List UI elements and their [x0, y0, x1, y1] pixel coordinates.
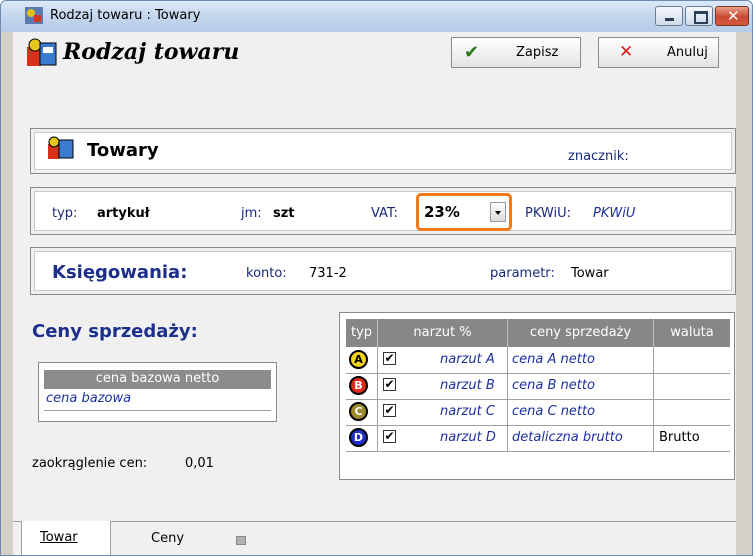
pkwiu-value[interactable]: PKWiU	[593, 206, 635, 221]
parameter-value[interactable]: Towar	[571, 266, 609, 281]
markup-cell[interactable]: narzut C	[440, 404, 495, 419]
unit-label: jm:	[241, 206, 262, 221]
vat-label: VAT:	[371, 206, 398, 221]
tab-more-icon[interactable]	[236, 536, 246, 545]
pkwiu-label: PKWiU:	[525, 206, 571, 221]
close-button[interactable]: ✕	[715, 6, 749, 26]
grid-header-price[interactable]: ceny sprzedaży	[508, 319, 654, 347]
booking-title: Księgowania:	[52, 262, 188, 283]
title-bar[interactable]: Rodzaj towaru : Towary ✕	[1, 1, 752, 32]
badge-d-icon: D	[349, 428, 368, 447]
minimize-icon	[665, 18, 674, 21]
rounding-label: zaokrąglenie cen:	[32, 456, 148, 471]
type-value[interactable]: artykuł	[97, 206, 150, 221]
unit-value[interactable]: szt	[273, 206, 295, 221]
grid-header-type[interactable]: typ	[346, 319, 378, 347]
base-price-box: cena bazowa netto cena bazowa	[38, 362, 277, 422]
markup-cell[interactable]: narzut B	[440, 378, 495, 393]
markup-cell[interactable]: narzut D	[440, 430, 496, 445]
save-label: Zapisz	[516, 45, 559, 60]
app-icon	[25, 7, 43, 24]
table-row[interactable]: B ✔ narzut B cena B netto	[346, 373, 730, 400]
window-title: Rodzaj towaru : Towary	[50, 8, 201, 23]
row-checkbox[interactable]: ✔	[383, 378, 396, 391]
table-row[interactable]: A ✔ narzut A cena A netto	[346, 347, 730, 374]
tag-label: znacznik:	[568, 149, 629, 164]
product-type-icon	[27, 38, 57, 66]
cancel-label: Anuluj	[667, 45, 708, 60]
vat-select[interactable]: 23%	[416, 193, 512, 231]
markup-cell[interactable]: narzut A	[440, 352, 495, 367]
tab-towar-label: Towar	[40, 530, 78, 545]
table-row[interactable]: D ✔ narzut D detaliczna brutto Brutto	[346, 425, 730, 452]
table-row[interactable]: C ✔ narzut C cena C netto	[346, 399, 730, 426]
tab-bar: Towar Ceny	[13, 521, 736, 555]
tab-towar[interactable]: Towar	[21, 521, 111, 555]
account-label: konto:	[246, 266, 287, 281]
price-grid: typ narzut % ceny sprzedaży waluta A ✔ n…	[339, 312, 735, 480]
window: Rodzaj towaru : Towary ✕ Rodzaj towaru ✔…	[0, 0, 753, 556]
maximize-button[interactable]	[685, 6, 713, 26]
price-cell[interactable]: detaliczna brutto	[512, 430, 623, 445]
tab-ceny[interactable]: Ceny	[123, 522, 203, 555]
grid-header-markup[interactable]: narzut %	[378, 319, 508, 347]
badge-a-icon: A	[349, 350, 368, 369]
price-cell[interactable]: cena C netto	[512, 404, 595, 419]
page-title: Rodzaj towaru	[63, 39, 240, 65]
row-checkbox[interactable]: ✔	[383, 352, 396, 365]
type-label: typ:	[52, 206, 78, 221]
save-button[interactable]: ✔ Zapisz	[451, 37, 581, 68]
grid-header-currency[interactable]: waluta	[654, 319, 730, 347]
badge-b-icon: B	[349, 376, 368, 395]
maximize-icon	[694, 11, 708, 24]
tab-ceny-label: Ceny	[151, 531, 185, 546]
close-icon: ✕	[727, 7, 740, 25]
dropdown-arrow-icon[interactable]	[490, 202, 506, 222]
product-type-name[interactable]: Towary	[87, 140, 159, 161]
product-icon	[48, 136, 74, 159]
cancel-icon: ✕	[619, 42, 634, 62]
rounding-value[interactable]: 0,01	[185, 456, 214, 471]
vat-value: 23%	[424, 203, 460, 221]
parameter-label: parametr:	[490, 266, 555, 281]
base-price-value[interactable]: cena bazowa	[46, 391, 131, 406]
row-checkbox[interactable]: ✔	[383, 404, 396, 417]
badge-c-icon: C	[349, 402, 368, 421]
tag-field[interactable]	[653, 149, 723, 165]
base-price-header-label: cena bazowa netto	[95, 371, 220, 386]
row-checkbox[interactable]: ✔	[383, 430, 396, 443]
cancel-button[interactable]: ✕ Anuluj	[598, 37, 719, 68]
prices-title: Ceny sprzedaży:	[32, 321, 198, 342]
minimize-button[interactable]	[655, 6, 683, 26]
price-cell[interactable]: cena B netto	[512, 378, 595, 393]
currency-cell[interactable]: Brutto	[659, 430, 700, 445]
check-icon: ✔	[464, 42, 480, 63]
price-cell[interactable]: cena A netto	[512, 352, 595, 367]
account-value[interactable]: 731-2	[309, 266, 347, 281]
